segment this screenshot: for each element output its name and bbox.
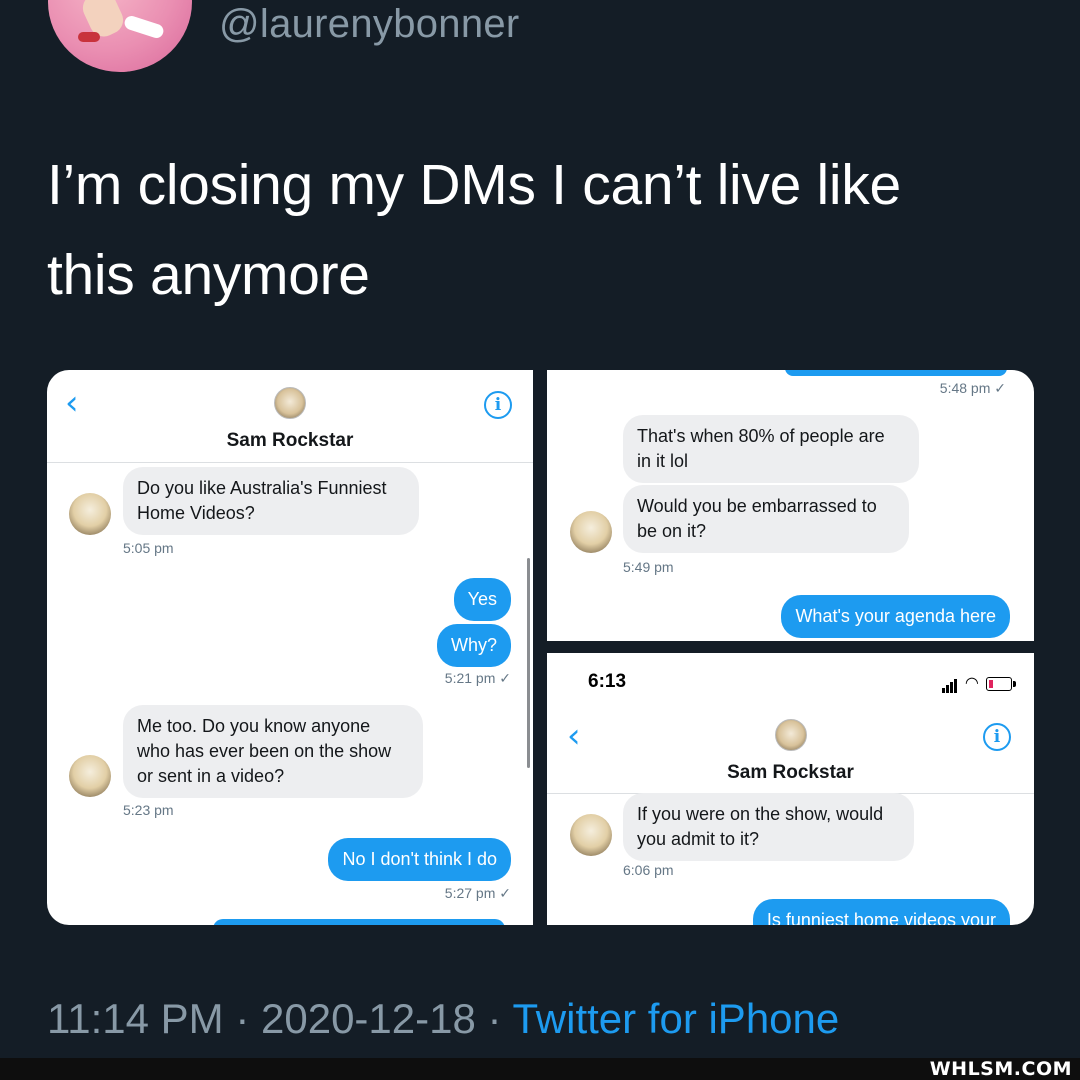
message-line: you admit to it? [637,829,760,849]
sender-avatar [69,755,111,797]
message-bubble-outgoing: Yes [453,578,511,621]
tweet-source-link[interactable]: Twitter for iPhone [512,995,839,1042]
wifi-icon: ◠ [964,675,979,692]
contact-avatar [775,719,807,751]
tweet-time: 11:14 PM [47,995,224,1042]
message-line: If you were on the show, would [637,804,884,824]
dm-screenshot-2: 5:48 pm ✓ That's when 80% of people are … [547,370,1034,641]
tweet-text: I’m closing my DMs I can’t live like thi… [47,140,1047,320]
battery-low-icon [986,677,1016,692]
message-line: be on it? [637,521,707,541]
message-line: Would you be embarrassed to [637,496,877,516]
author-avatar[interactable] [48,0,192,72]
message-line: who has ever been on the show [137,741,392,761]
message-bubble-incoming: Would you be embarrassed to be on it? [623,485,909,553]
status-bar-time: 6:13 [588,671,627,692]
sender-avatar [69,493,111,535]
message-bubble-outgoing: No I don't think I do [328,838,511,881]
tweet-date: 2020-12-18 [261,995,476,1042]
cellular-signal-icon [941,676,958,693]
watermark-bar [0,1058,1080,1080]
contact-avatar [274,387,306,419]
sender-avatar [570,814,612,856]
message-timestamp: 6:06 pm [623,862,674,878]
message-line: or sent in a video? [137,766,285,786]
info-circle-icon[interactable]: i [983,723,1011,751]
watermark: WHLSM.COM [929,1058,1072,1080]
tweet-metadata: 11:14 PM · 2020-12-18 · Twitter for iPho… [47,995,839,1043]
message-bubble-outgoing: Why? [436,624,511,667]
message-bubble-outgoing: What's your agenda here [781,595,1010,638]
message-bubble-outgoing-partial [213,919,505,925]
dm-screenshot-3: 6:13 ◠ ‹ i Sam Rockstar If you were on t… [547,653,1034,925]
message-bubble-incoming: Do you like Australia's Funniest Home Vi… [123,467,419,535]
tweet-text-line: this anymore [47,243,370,307]
chevron-left-icon[interactable]: ‹ [567,719,581,753]
avatar-figure [122,14,166,40]
info-circle-icon[interactable]: i [484,391,512,419]
chevron-left-icon[interactable]: ‹ [65,386,79,420]
message-bubble-incoming: That's when 80% of people are in it lol [623,415,919,483]
message-line: Do you like Australia's Funniest [137,478,387,498]
message-line: That's when 80% of people are [637,426,885,446]
message-line: in it lol [637,451,689,471]
avatar-figure [78,32,100,42]
message-timestamp: 5:23 pm [123,802,174,818]
message-line: Home Videos? [137,503,255,523]
author-handle[interactable]: @laurenybonner [219,2,520,47]
tweet-text-line: I’m closing my DMs I can’t live like [47,153,901,217]
message-bubble-incoming: If you were on the show, would you admit… [623,793,914,861]
header-divider [47,462,533,463]
message-bubble-outgoing: Is funniest home videos your [752,899,1010,925]
status-bar-icons: ◠ [941,673,1016,693]
contact-name: Sam Rockstar [727,762,854,783]
contact-name: Sam Rockstar [226,430,354,451]
dm-screenshot-1: ‹ i Sam Rockstar Do you like Australia's… [47,370,533,925]
message-timestamp: 5:48 pm ✓ [939,380,1006,396]
separator: · [235,995,250,1042]
message-timestamp: 5:21 pm ✓ [444,670,511,686]
message-bubble-outgoing-partial [785,370,1007,376]
message-bubble-incoming: Me too. Do you know anyone who has ever … [123,705,423,798]
message-timestamp: 5:27 pm ✓ [444,885,511,901]
message-line: Me too. Do you know anyone [137,716,371,736]
message-timestamp: 5:05 pm [123,540,174,556]
scrollbar[interactable] [527,558,530,768]
separator: · [487,995,502,1042]
sender-avatar [570,511,612,553]
message-timestamp: 5:49 pm [623,559,674,575]
